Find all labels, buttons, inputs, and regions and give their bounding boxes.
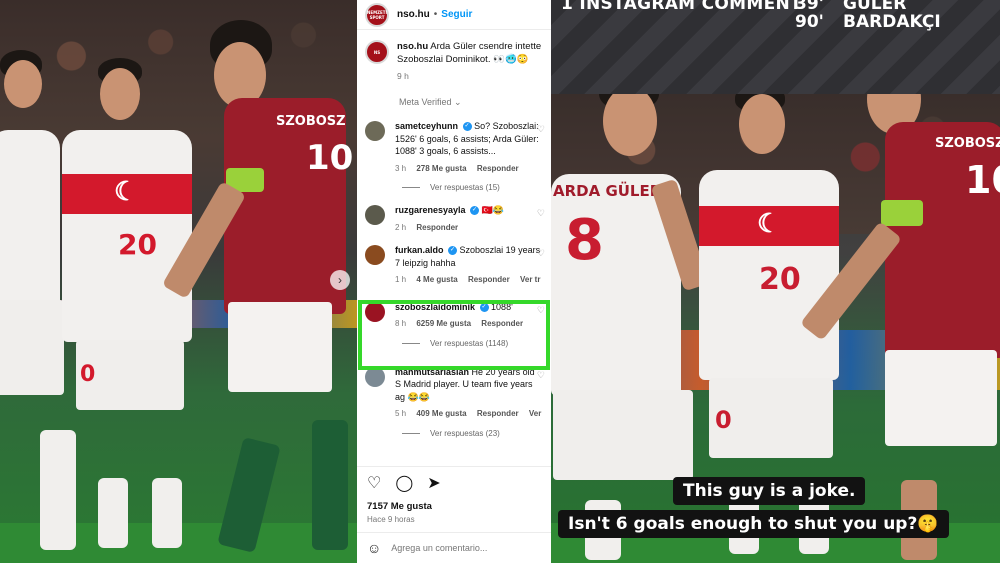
add-comment-bar[interactable]: ☺ Agrega un comentario... [357, 532, 551, 563]
commenter-name[interactable]: furkan.aldo [395, 245, 444, 255]
verified-badge-icon: ✓ [470, 206, 480, 216]
jersey-name: SZOBOSZ [276, 114, 346, 129]
instagram-post-panel: NEMZETI SPORT nso.hu • Seguir NS nso.hu … [357, 0, 551, 563]
post-caption: NS nso.hu Arda Güler csendre intette Szo… [357, 30, 551, 83]
comment-time: 5 h [395, 409, 407, 418]
caption-line-2: Isn't 6 goals enough to shut you up?🤫 [558, 510, 949, 538]
commenter-avatar[interactable] [365, 121, 385, 141]
separator-dot: • [433, 9, 438, 20]
comment-item: mahmutsariaslan He 20 years old S Madrid… [357, 360, 551, 438]
post-header: NEMZETI SPORT nso.hu • Seguir [357, 0, 551, 30]
comment-like-heart-icon[interactable]: ♡ [537, 248, 545, 259]
comment-time: 1 h [395, 275, 407, 284]
caption-avatar[interactable]: NS [365, 40, 389, 64]
comment-time: 2 h [395, 222, 407, 232]
view-replies-link[interactable]: Ver respuestas (23) [357, 421, 551, 438]
comment-text: 🇹🇷😂 [481, 205, 504, 215]
like-count[interactable]: 7157 Me gusta [367, 501, 541, 512]
scoreboard-title: 1 INSTAGRAM COMMENT [561, 0, 802, 14]
comment-item: furkan.aldo ✓ Szoboszlai 19 years 7 leip… [357, 238, 551, 287]
caption-time: 9 h [397, 71, 409, 81]
jersey-name: SZOBOSZ [935, 136, 1000, 151]
left-match-photo: ☾ 20 0 SZOBOSZ 10 › [0, 0, 357, 563]
commenter-name[interactable]: ruzgarenesyayla [395, 205, 466, 215]
comment-like-heart-icon[interactable]: ♡ [537, 208, 545, 219]
comment-input[interactable]: Agrega un comentario... [391, 543, 487, 553]
caption-line-1: This guy is a joke. [673, 477, 866, 505]
comment-likes[interactable]: 4 Me gusta [416, 275, 457, 284]
comment-likes[interactable]: 409 Me gusta [416, 409, 466, 418]
commenter-avatar[interactable] [365, 205, 385, 225]
meta-verified-label[interactable]: Meta Verified ⌄ [357, 83, 551, 108]
jersey-number: 10 [306, 138, 354, 178]
jersey-number: 10 [965, 158, 1000, 202]
player-hungary-10-right: SZOBOSZ 10 [799, 40, 1000, 563]
follow-button[interactable]: Seguir [441, 9, 472, 20]
see-translation-link[interactable]: Ver tr [520, 275, 540, 284]
comment-list: sametceyhunn ✓ So? Szoboszlai: 1526' 6 g… [357, 114, 551, 438]
reply-button[interactable]: Responder [468, 275, 510, 284]
comment-item: sametceyhunn ✓ So? Szoboszlai: 1526' 6 g… [357, 114, 551, 192]
verified-badge-icon: ✓ [448, 246, 458, 256]
reply-button[interactable]: Responder [477, 409, 519, 418]
emoji-picker-icon[interactable]: ☺ [367, 540, 381, 556]
comment-item: ruzgarenesyayla ✓ 🇹🇷😂 2 h Responder ♡ [357, 198, 551, 234]
comment-likes[interactable]: 278 Me gusta [416, 164, 466, 173]
scoreboard-graphic: 1 INSTAGRAM COMMENT 39' GÜLER 90' BARDAK… [551, 0, 1000, 94]
caption-emoji: 👀🥶😳 [493, 54, 529, 65]
jersey-number: 8 [565, 208, 604, 273]
carousel-next-icon[interactable]: › [330, 270, 350, 290]
comment-like-heart-icon[interactable]: ♡ [537, 370, 545, 381]
like-heart-icon[interactable]: ♡ [367, 473, 381, 493]
comment-bubble-icon[interactable]: ◯ [395, 473, 413, 493]
player-hungary-10-left: SZOBOSZ 10 [161, 20, 357, 563]
shorts-number: 0 [715, 406, 732, 434]
verified-badge-icon: ✓ [462, 122, 472, 132]
reply-button[interactable]: Responder [477, 164, 519, 173]
posted-time: Hace 9 horas [367, 515, 415, 524]
account-name[interactable]: nso.hu [397, 9, 430, 20]
share-send-icon[interactable]: ➤ [427, 473, 440, 493]
jersey-name: ARDA GÜLER [553, 182, 662, 200]
post-actions: ♡ ◯ ➤ 7157 Me gusta Hace 9 horas [357, 466, 551, 524]
jersey-number: 20 [759, 262, 801, 297]
reply-button[interactable]: Responder [416, 223, 458, 232]
avatar-logo-text: NEMZETI SPORT [367, 9, 387, 20]
comment-like-heart-icon[interactable]: ♡ [537, 124, 545, 135]
scoreboard-row2-minute: 90' [795, 12, 824, 32]
shorts-number: 0 [80, 362, 96, 387]
scoreboard-row2-name: BARDAKÇI [843, 12, 941, 32]
see-translation-link[interactable]: Ver tr [529, 409, 543, 418]
jersey-number: 20 [118, 228, 157, 261]
highlight-box [358, 300, 550, 370]
caption-user[interactable]: nso.hu [397, 41, 428, 52]
comment-time: 3 h [395, 163, 407, 173]
commenter-name[interactable]: sametceyhunn [395, 121, 458, 131]
commenter-avatar[interactable] [365, 245, 385, 265]
player-turkey-20-left: ☾ 20 0 [62, 58, 202, 563]
account-avatar[interactable]: NEMZETI SPORT [365, 2, 389, 27]
view-replies-link[interactable]: Ver respuestas (15) [357, 175, 551, 192]
